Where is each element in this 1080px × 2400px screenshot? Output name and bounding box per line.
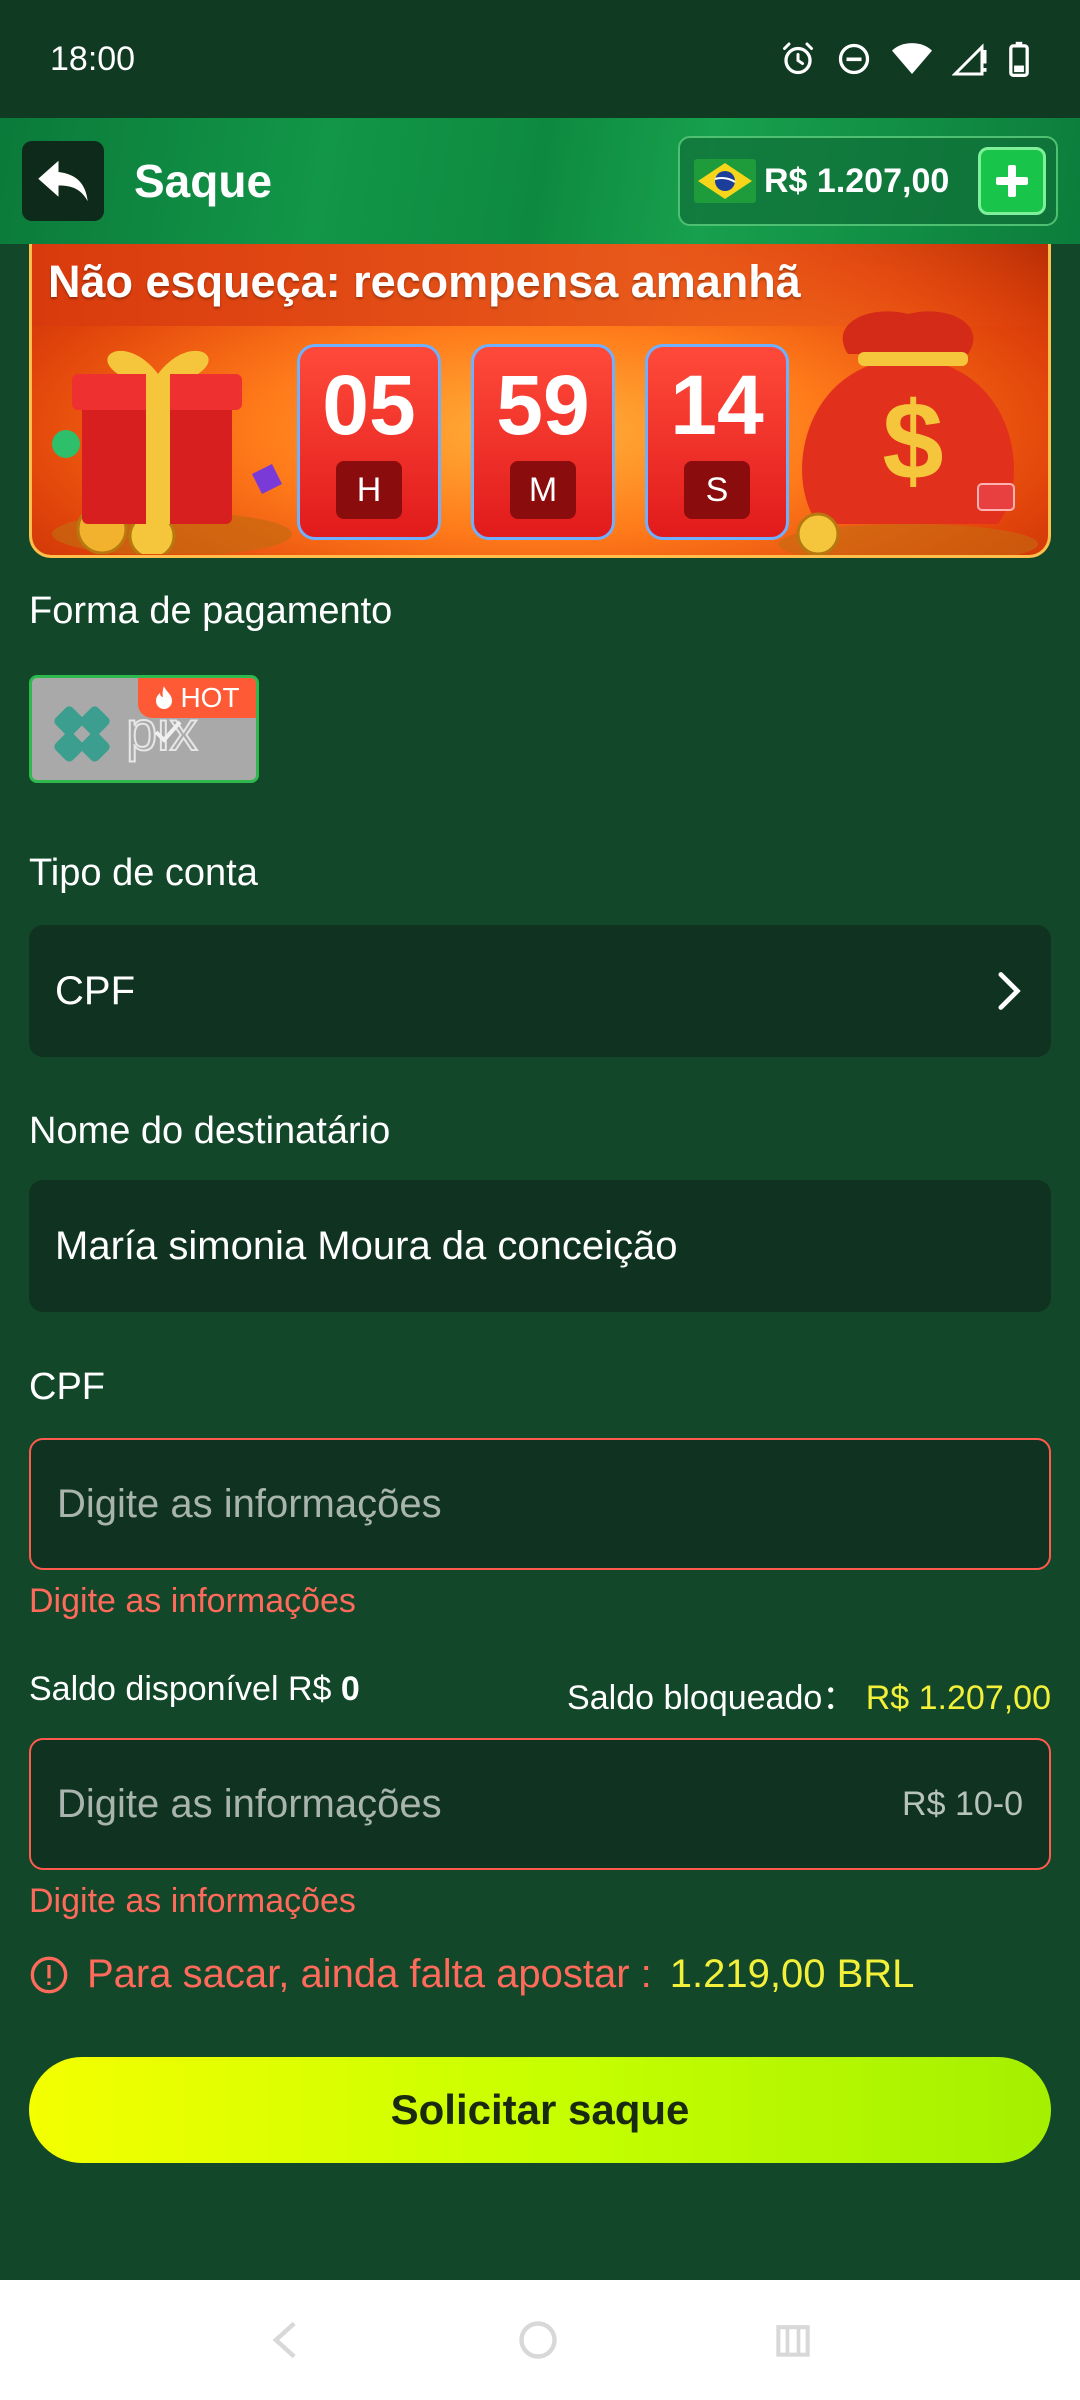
flame-icon <box>156 686 173 709</box>
system-nav-bar <box>0 2280 1080 2400</box>
cpf-input[interactable]: Digite as informações <box>29 1438 1051 1570</box>
money-bag-icon: $ <box>778 311 1038 555</box>
countdown-hours: 05 H <box>297 344 441 540</box>
promo-banner[interactable]: Não esqueça: recompensa amanhã $ 05 H 59… <box>29 244 1051 558</box>
recipient-name-label: Nome do destinatário <box>29 1110 391 1152</box>
do-not-disturb-icon <box>838 43 870 75</box>
balance-pill: R$ 1.207,00 <box>678 136 1058 226</box>
wager-warning-amount: 1.219,00 BRL <box>669 1952 915 1996</box>
countdown-hours-unit: H <box>336 461 402 519</box>
recipient-name-field[interactable]: María simonia Moura da conceição <box>29 1180 1051 1312</box>
hot-badge: HOT <box>138 678 256 718</box>
available-balance-label: Saldo disponível R$ <box>29 1670 332 1708</box>
countdown-minutes-unit: M <box>510 461 576 519</box>
blocked-balance-value: R$ 1.207,00 <box>865 1679 1051 1717</box>
cpf-error-message: Digite as informações <box>29 1582 356 1620</box>
status-bar: 18:00 <box>0 0 1080 118</box>
balance-amount: R$ 1.207,00 <box>764 161 950 200</box>
status-icons <box>780 41 1030 77</box>
countdown-minutes: 59 M <box>471 344 615 540</box>
recipient-name-value: María simonia Moura da conceição <box>55 1223 678 1268</box>
blocked-balance-label: Saldo bloqueado： <box>567 1679 857 1717</box>
status-time: 18:00 <box>50 39 136 78</box>
available-balance: Saldo disponível R$ 0 <box>29 1670 360 1719</box>
pix-payment-option[interactable]: pix HOT <box>29 675 259 783</box>
available-balance-value: 0 <box>340 1670 360 1708</box>
account-type-value: CPF <box>55 968 135 1013</box>
chevron-right-icon <box>998 972 1021 1010</box>
withdraw-amount-placeholder: Digite as informações <box>57 1781 442 1826</box>
blocked-balance: Saldo bloqueado： R$ 1.207,00 <box>567 1670 1051 1719</box>
nav-back-icon[interactable] <box>265 2318 305 2362</box>
alarm-icon <box>783 42 813 75</box>
payment-method-label: Forma de pagamento <box>29 590 393 632</box>
page-title: Saque <box>134 155 273 207</box>
withdraw-amount-range: R$ 10-0 <box>902 1784 1023 1823</box>
account-type-label: Tipo de conta <box>29 852 258 894</box>
svg-text:$: $ <box>882 380 943 503</box>
countdown-timer: 05 H 59 M 14 S <box>297 344 789 540</box>
wager-warning-text: Para sacar, ainda falta apostar : <box>87 1952 652 1996</box>
cpf-label: CPF <box>29 1366 105 1408</box>
countdown-minutes-value: 59 <box>496 358 590 452</box>
signal-icon <box>952 43 987 76</box>
countdown-seconds-unit: S <box>684 461 750 519</box>
brazil-flag-icon <box>694 159 756 203</box>
app-header: Saque R$ 1.207,00 <box>0 118 1080 244</box>
hot-badge-label: HOT <box>180 682 240 713</box>
wifi-icon <box>892 43 932 74</box>
alert-circle-icon <box>30 1956 68 1993</box>
balance-row: Saldo disponível R$ 0 Saldo bloqueado： R… <box>29 1670 1051 1719</box>
countdown-hours-value: 05 <box>322 358 416 452</box>
back-arrow-icon <box>38 160 88 202</box>
promo-title: Não esqueça: recompensa amanhã <box>48 256 801 307</box>
request-withdrawal-button[interactable]: Solicitar saque <box>29 2057 1051 2163</box>
battery-icon <box>1009 41 1029 77</box>
amount-error-message: Digite as informações <box>29 1882 356 1920</box>
withdraw-amount-input[interactable]: Digite as informações R$ 10-0 <box>29 1738 1051 1870</box>
nav-home-icon[interactable] <box>516 2318 560 2362</box>
back-button[interactable] <box>22 141 104 221</box>
wager-warning: Para sacar, ainda falta apostar : 1.219,… <box>29 1952 914 1997</box>
account-type-select[interactable]: CPF <box>29 925 1051 1057</box>
plus-icon <box>996 165 1028 197</box>
nav-recents-icon[interactable] <box>771 2318 815 2362</box>
countdown-seconds-value: 14 <box>670 358 764 452</box>
countdown-seconds: 14 S <box>645 344 789 540</box>
add-funds-button[interactable] <box>978 147 1046 215</box>
cpf-input-placeholder: Digite as informações <box>57 1481 442 1526</box>
gift-box-icon <box>52 350 292 554</box>
